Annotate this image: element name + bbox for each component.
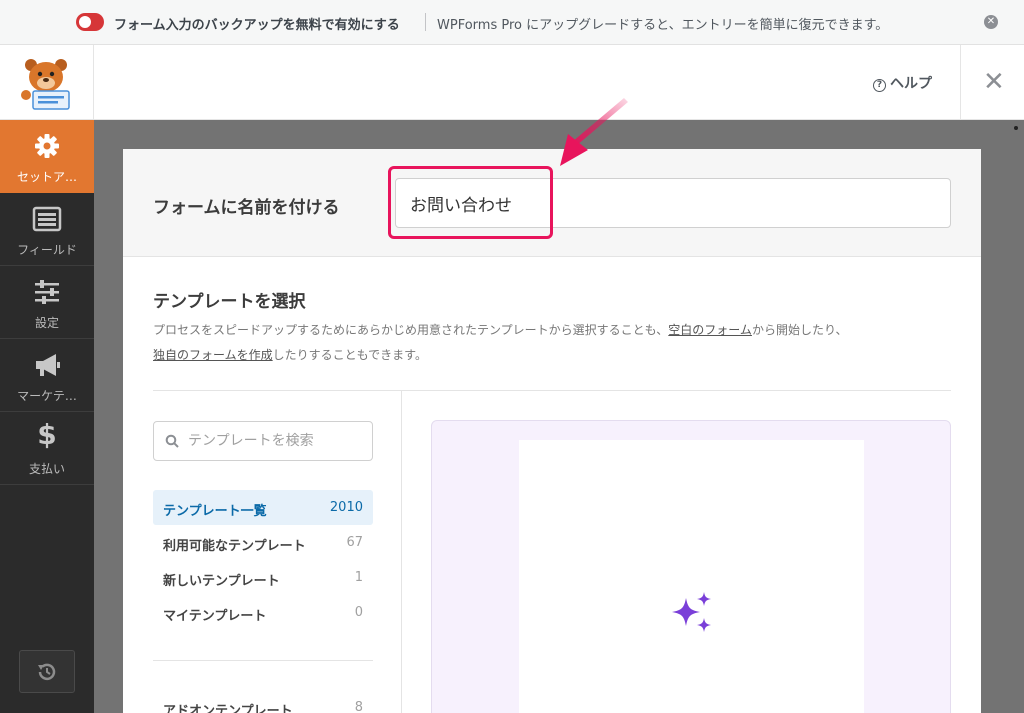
notice-close-icon[interactable]: ✕ <box>984 15 998 29</box>
sidebar-item-setup[interactable]: セットア… <box>0 120 94 193</box>
sidebar-item-settings[interactable]: 設定 <box>0 266 94 339</box>
backup-toggle[interactable] <box>76 13 104 31</box>
category-label: 新しいテンプレート <box>163 574 280 589</box>
dollar-icon: $ <box>37 418 57 451</box>
gear-icon <box>35 134 59 158</box>
category-addon-templates[interactable]: アドオンテンプレート 8 <box>153 690 373 713</box>
search-icon <box>165 434 179 448</box>
category-count: 1 <box>354 570 363 585</box>
builder-sidebar: セットア… フィールド 設定 マーケテ… $ 支払い <box>0 120 94 713</box>
highlight-box <box>388 166 553 239</box>
template-section-title: テンプレートを選択 <box>153 292 306 312</box>
desc-line1-post: から開始したり、 <box>751 323 848 337</box>
divider <box>153 390 951 391</box>
sidebar-label-fields: フィールド <box>17 243 77 257</box>
blank-template-card[interactable] <box>519 440 864 713</box>
sliders-icon <box>35 280 59 304</box>
wpforms-logo <box>0 45 94 120</box>
blank-form-link[interactable]: 空白のフォーム <box>668 323 752 337</box>
history-icon <box>38 663 56 681</box>
sidebar-item-payments[interactable]: $ 支払い <box>0 412 94 485</box>
sparkle-icon <box>672 592 711 632</box>
help-label: ヘルプ <box>890 76 932 92</box>
category-all-templates[interactable]: テンプレート一覧 2010 <box>153 490 373 525</box>
sidebar-item-fields[interactable]: フィールド <box>0 193 94 266</box>
bear-mascot-icon <box>21 59 70 110</box>
builder-header: ? ヘルプ ✕ <box>0 45 1024 120</box>
question-icon: ? <box>873 79 886 92</box>
desc-line2-text: したりすることもできます。 <box>272 348 427 362</box>
category-divider <box>153 660 373 661</box>
category-label: マイテンプレート <box>163 609 267 624</box>
builder-close-button[interactable]: ✕ <box>960 45 1024 120</box>
category-label: テンプレート一覧 <box>163 504 267 519</box>
help-button[interactable]: ? ヘルプ <box>873 73 932 93</box>
category-count: 8 <box>354 700 363 713</box>
template-description: プロセスをスピードアップするためにあらかじめ用意されたテンプレートから選択するこ… <box>153 318 847 368</box>
notice-sub-text: WPForms Pro にアップグレードすると、エントリーを簡単に復元できます。 <box>437 18 889 33</box>
category-new-templates[interactable]: 新しいテンプレート 1 <box>153 560 373 595</box>
category-count: 2010 <box>329 500 363 515</box>
category-count: 67 <box>346 535 363 550</box>
annotation-arrow <box>560 98 628 166</box>
fields-icon <box>32 206 62 232</box>
category-label: アドオンテンプレート <box>163 704 293 713</box>
sidebar-label-marketing: マーケテ… <box>17 389 77 403</box>
revisions-button[interactable] <box>19 650 75 693</box>
sidebar-label-payments: 支払い <box>28 462 65 476</box>
form-name-label: フォームに名前を付ける <box>153 198 340 218</box>
notice-separator <box>425 13 426 31</box>
create-own-form-link[interactable]: 独自のフォームを作成 <box>153 348 273 362</box>
megaphone-icon <box>36 354 60 376</box>
category-count: 0 <box>354 605 363 620</box>
column-divider <box>401 391 402 713</box>
setup-panel: フォームに名前を付ける テンプレートを選択 プロセスをスピードアップするためにあ… <box>123 149 981 713</box>
sidebar-label-settings: 設定 <box>34 316 59 330</box>
sidebar-item-marketing[interactable]: マーケテ… <box>0 339 94 412</box>
category-my-templates[interactable]: マイテンプレート 0 <box>153 595 373 630</box>
sidebar-label-setup: セットア… <box>16 170 77 184</box>
close-icon: ✕ <box>983 67 1005 97</box>
desc-line1-text: プロセスをスピードアップするためにあらかじめ用意されたテンプレートから選択するこ… <box>153 323 669 337</box>
category-label: 利用可能なテンプレート <box>163 539 306 554</box>
notice-main-text[interactable]: フォーム入力のバックアップを無料で有効にする <box>114 14 400 33</box>
template-search-input[interactable] <box>153 421 373 461</box>
notice-bar: フォーム入力のバックアップを無料で有効にする WPForms Pro にアップグ… <box>0 0 1024 45</box>
category-available-templates[interactable]: 利用可能なテンプレート 67 <box>153 525 373 560</box>
scroll-indicator <box>1014 126 1018 130</box>
template-preview-area <box>431 420 951 713</box>
